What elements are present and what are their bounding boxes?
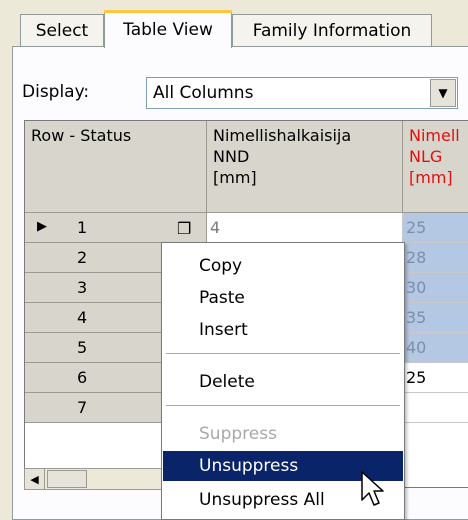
column-header-nlg[interactable]: Nimell NLG [mm]	[403, 121, 468, 213]
menu-item-delete[interactable]: Delete	[163, 367, 403, 397]
cell-nlg-5[interactable]: 40	[403, 333, 468, 363]
tab-family-information[interactable]: Family Information	[232, 14, 432, 46]
current-row-arrow-icon: ▶	[37, 219, 47, 234]
tab-family-information-label: Family Information	[252, 20, 412, 41]
cell-nlg-7[interactable]	[403, 393, 468, 423]
chevron-down-icon[interactable]: ▼	[430, 79, 456, 107]
tab-table-view-label: Table View	[123, 19, 213, 40]
row-header-1[interactable]: ▶ 1 ❒	[25, 213, 207, 243]
tab-table-view[interactable]: Table View	[104, 10, 232, 48]
menu-item-suppress: Suppress	[199, 424, 277, 444]
display-select-value: All Columns	[153, 83, 254, 103]
mouse-pointer-icon	[361, 471, 384, 506]
menu-item-copy[interactable]: Copy	[163, 251, 403, 281]
suppress-status-icon: ❒	[177, 219, 192, 238]
menu-item-insert[interactable]: Insert	[163, 315, 403, 345]
menu-item-paste[interactable]: Paste	[163, 283, 403, 313]
menu-separator	[166, 353, 400, 354]
cell-nlg-1[interactable]: 25	[403, 213, 468, 243]
cell-nlg-3[interactable]: 30	[403, 273, 468, 303]
display-select[interactable]: All Columns ▼	[146, 77, 458, 109]
menu-separator	[166, 405, 400, 406]
display-label: Display:	[22, 82, 90, 102]
cell-nnd-1[interactable]: 4	[207, 213, 403, 243]
cell-nlg-4[interactable]: 35	[403, 303, 468, 333]
tab-select-label: Select	[35, 20, 89, 41]
scrollbar-thumb[interactable]	[47, 470, 87, 488]
tab-select[interactable]: Select	[20, 14, 104, 46]
cell-nlg-2[interactable]: 28	[403, 243, 468, 273]
column-header-nnd[interactable]: Nimellishalkaisija NND [mm]	[207, 121, 403, 213]
column-header-row-status[interactable]: Row - Status	[25, 121, 207, 213]
cell-nlg-6[interactable]: 25	[403, 363, 468, 393]
scroll-left-icon[interactable]: ◀	[25, 469, 45, 489]
